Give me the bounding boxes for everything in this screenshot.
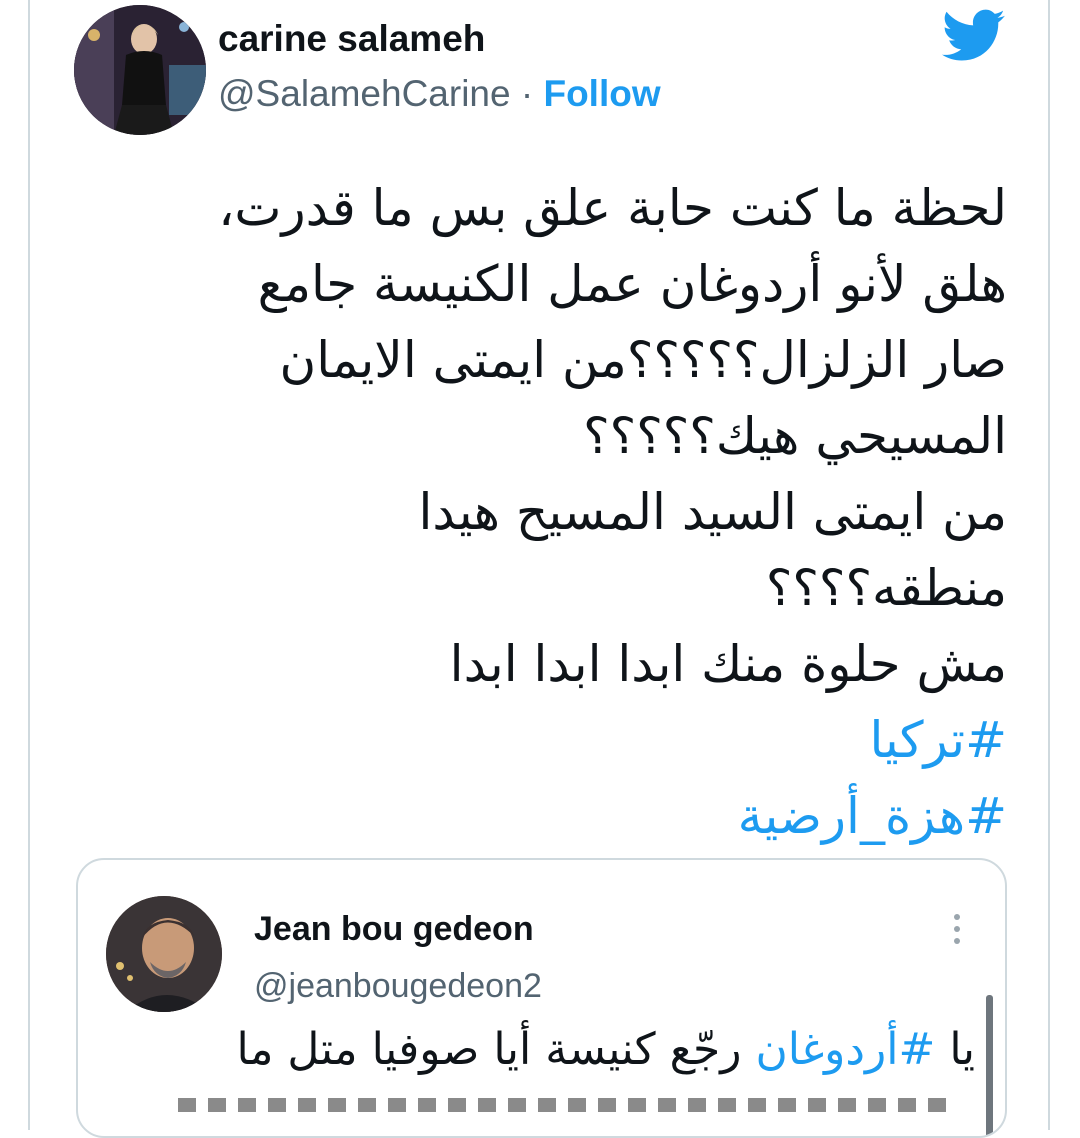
tweet-line: منطقه؟؟؟؟ <box>765 559 1007 617</box>
quoted-author-name[interactable]: Jean bou gedeon <box>254 910 534 949</box>
quoted-author-handle[interactable]: @jeanbougedeon2 <box>254 967 542 1006</box>
quoted-tweet[interactable]: Jean bou gedeon @jeanbougedeon2 يا #أردو… <box>76 858 1007 1138</box>
separator-dot: · <box>520 73 534 114</box>
tweet-line: هلق لأنو أردوغان عمل الكنيسة جامع <box>257 255 1007 313</box>
tweet-line: مش حلوة منك ابدا ابدا ابدا <box>449 635 1007 693</box>
author-name[interactable]: carine salameh <box>218 18 485 60</box>
hashtag-link[interactable]: #تركيا <box>107 702 1007 778</box>
tweet-body: لحظة ما كنت حابة علق بس ما قدرت، هلق لأن… <box>107 170 1007 854</box>
quoted-author-avatar[interactable] <box>106 896 222 1012</box>
quoted-tweet-text: يا #أردوغان رجّع كنيسة أيا صوفيا متل ما <box>236 1020 975 1080</box>
quoted-text-suffix: رجّع كنيسة أيا صوفيا متل ما <box>236 1024 756 1075</box>
author-handle-row: @SalamehCarine · Follow <box>218 73 661 115</box>
author-handle[interactable]: @SalamehCarine <box>218 73 511 114</box>
quoted-text-prefix: يا <box>935 1024 975 1075</box>
hashtag-link[interactable]: #هزة_أرضية <box>107 778 1007 854</box>
follow-button[interactable]: Follow <box>543 73 660 114</box>
tweet-line: من ايمتى السيد المسيح هيدا <box>418 483 1007 541</box>
more-vertical-icon[interactable] <box>950 914 964 954</box>
tweet-line: صار الزلزال؟؟؟؟؟من ايمتى الايمان <box>279 331 1007 389</box>
quoted-author-avatar-photo <box>106 896 222 1012</box>
twitter-bird-icon[interactable] <box>942 8 1006 64</box>
author-avatar-photo <box>74 5 206 135</box>
cropped-text-line <box>178 1098 958 1112</box>
quoted-hashtag-link[interactable]: #أردوغان <box>755 1024 935 1075</box>
author-avatar[interactable] <box>74 5 206 135</box>
scrollbar[interactable] <box>986 995 993 1136</box>
tweet-line: المسيحي هيك؟؟؟؟؟ <box>583 407 1007 465</box>
tweet-line: لحظة ما كنت حابة علق بس ما قدرت، <box>218 179 1007 237</box>
